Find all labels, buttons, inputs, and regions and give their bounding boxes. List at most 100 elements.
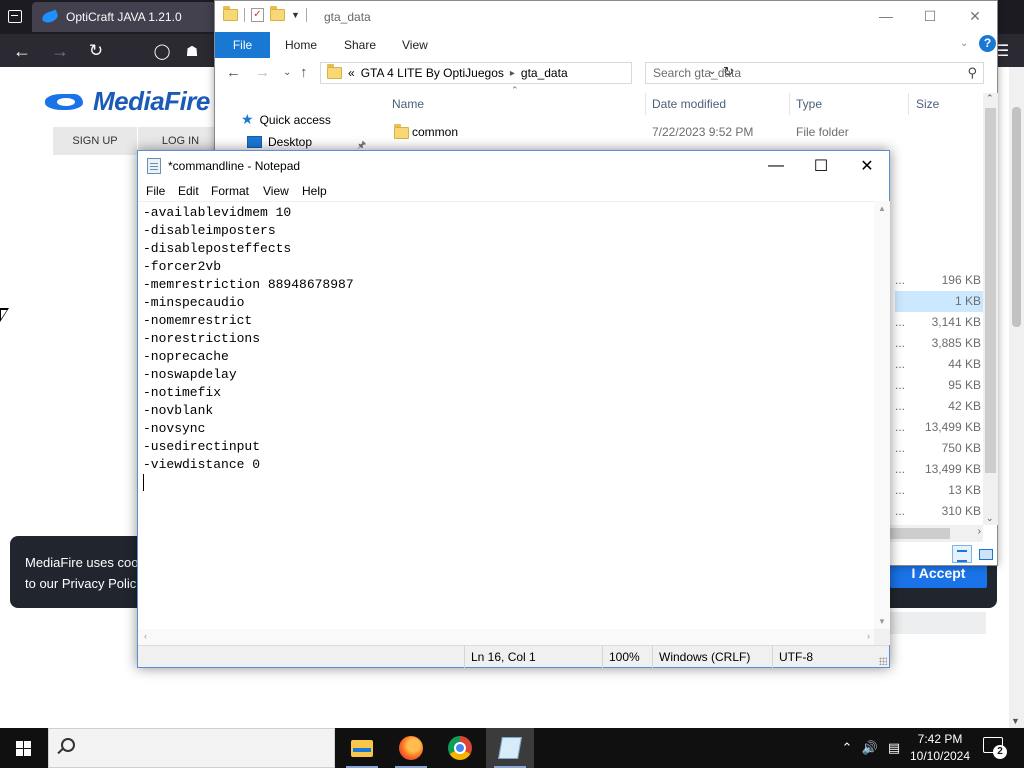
file-size-cell[interactable]: ... 13,499 KB (895, 417, 983, 438)
truncated-text: ... (895, 357, 906, 371)
menu-help[interactable]: Help (302, 184, 327, 198)
nav-desktop[interactable]: Desktop (247, 135, 312, 149)
scroll-down-icon[interactable]: ⌄ (986, 513, 994, 524)
large-icons-view-icon[interactable] (976, 545, 994, 563)
back-arrow-icon[interactable]: ← (10, 39, 34, 63)
maximize-icon[interactable]: ☐ (915, 6, 945, 26)
column-header-name[interactable]: Name (392, 97, 424, 111)
scroll-right-icon[interactable]: › (978, 526, 981, 537)
column-divider[interactable] (789, 93, 790, 115)
back-arrow-icon[interactable]: ← (226, 64, 241, 81)
resize-grip-icon[interactable] (879, 657, 887, 665)
column-divider[interactable] (908, 93, 909, 115)
file-size: 44 KB (948, 357, 981, 371)
taskbar-notepad[interactable] (486, 728, 534, 768)
details-view-icon[interactable] (952, 545, 972, 563)
scroll-up-icon[interactable]: ▲ (878, 204, 886, 213)
status-encoding: UTF-8 (772, 646, 872, 668)
file-size-cell[interactable]: ... 13 KB (895, 480, 983, 501)
file-size-cell[interactable]: ... 310 KB (895, 501, 983, 522)
ribbon-tab-view[interactable]: View (402, 38, 428, 52)
forward-arrow-icon[interactable]: → (48, 39, 72, 63)
notepad-text-area[interactable]: -availablevidmem 10 -disableimposters -d… (138, 201, 874, 629)
windows-start-icon[interactable] (0, 728, 48, 768)
taskbar-search-box[interactable] (48, 728, 335, 768)
menu-edit[interactable]: Edit (178, 184, 199, 198)
file-size-cell[interactable]: ... 3,885 KB (895, 333, 983, 354)
file-size: 750 KB (941, 441, 981, 455)
notepad-vertical-scrollbar[interactable]: ▲ ▼ (874, 201, 890, 629)
nav-quick-access[interactable]: ★ Quick access (241, 111, 331, 128)
menu-view[interactable]: View (263, 184, 289, 198)
file-size-cell[interactable]: ... 42 KB (895, 396, 983, 417)
tab-list-icon[interactable] (4, 6, 26, 28)
column-divider[interactable] (645, 93, 646, 115)
help-icon[interactable]: ? (979, 35, 996, 52)
breadcrumb-overflow[interactable]: « (348, 66, 355, 80)
new-folder-icon[interactable] (270, 6, 285, 21)
lock-icon[interactable]: ☗ (180, 39, 204, 63)
up-arrow-icon[interactable]: ↑ (300, 64, 308, 81)
sign-up-button[interactable]: SIGN UP (53, 127, 137, 155)
scroll-up-icon[interactable]: ⌃ (986, 93, 994, 104)
ribbon-tab-share[interactable]: Share (344, 38, 376, 52)
search-icon[interactable]: ⚲ (967, 65, 977, 81)
customize-toolbar-icon[interactable]: ▼ (291, 10, 300, 20)
truncated-text: ... (895, 420, 906, 434)
breadcrumb-current[interactable]: gta_data (521, 66, 568, 80)
file-size-cell-selected[interactable]: 1 KB (895, 291, 983, 312)
scroll-down-icon[interactable]: ▼ (878, 617, 886, 626)
breadcrumb-separator-icon[interactable]: ▸ (510, 68, 515, 79)
chevron-down-icon[interactable]: ⌄ (960, 38, 968, 49)
file-size-cell[interactable]: ... 44 KB (895, 354, 983, 375)
scroll-down-icon[interactable]: ▼ (1011, 716, 1020, 726)
close-icon[interactable]: ✕ (845, 154, 889, 178)
minimize-icon[interactable]: — (754, 154, 798, 178)
file-size-cell[interactable]: ... 750 KB (895, 438, 983, 459)
notepad-horizontal-scrollbar[interactable]: ‹ › (138, 629, 874, 645)
search-input[interactable]: Search gta_data ⚲ (645, 62, 984, 84)
file-size-cell[interactable]: ... 95 KB (895, 375, 983, 396)
explorer-horizontal-scrollbar[interactable]: › (890, 525, 983, 542)
minimize-icon[interactable]: — (871, 6, 901, 26)
browser-tab[interactable]: OptiCraft JAVA 1.21.0 (32, 2, 217, 32)
column-header-date-modified[interactable]: Date modified (652, 97, 726, 111)
text-line: -noswapdelay (143, 367, 237, 382)
explorer-vertical-scrollbar[interactable]: ⌃ ⌄ (983, 93, 998, 525)
close-icon[interactable]: ✕ (960, 6, 990, 26)
column-header-size[interactable]: Size (916, 97, 939, 111)
reload-icon[interactable]: ↻ (84, 39, 108, 63)
browser-scrollbar[interactable]: ▼ (1009, 67, 1024, 728)
menu-file[interactable]: File (146, 184, 165, 198)
chevron-up-icon[interactable]: ⌃ (837, 728, 857, 768)
volume-icon[interactable]: 🔊 (860, 728, 880, 768)
file-size-cell[interactable]: ... 196 KB (895, 270, 983, 291)
scroll-left-icon[interactable]: ‹ (144, 631, 147, 641)
explorer-scrollbar-thumb[interactable] (985, 108, 996, 473)
recent-locations-icon[interactable]: ⌄ (283, 67, 291, 78)
ribbon-tab-home[interactable]: Home (285, 38, 317, 52)
browser-scrollbar-thumb[interactable] (1012, 107, 1021, 327)
taskbar-chrome[interactable] (436, 728, 484, 768)
taskbar-firefox[interactable] (387, 728, 435, 768)
shield-icon[interactable]: ◯ (150, 39, 174, 63)
maximize-icon[interactable]: ☐ (799, 154, 843, 178)
text-line: -notimefix (143, 385, 222, 400)
menu-format[interactable]: Format (211, 184, 249, 198)
column-header-type[interactable]: Type (796, 97, 822, 111)
ribbon-tab-file[interactable]: File (215, 32, 270, 58)
mediafire-logo[interactable]: MediaFire (45, 86, 210, 117)
properties-icon[interactable]: ✓ (251, 8, 264, 22)
file-size-cell[interactable]: ... 13,499 KB (895, 459, 983, 480)
network-icon[interactable]: ▤ (884, 728, 904, 768)
forward-arrow-icon[interactable]: → (255, 64, 270, 81)
explorer-hscroll-thumb[interactable] (890, 528, 950, 539)
taskbar-file-explorer[interactable] (338, 728, 386, 768)
address-input[interactable]: « GTA 4 LITE By OptiJuegos ▸ gta_data ⌄ … (320, 62, 734, 84)
scroll-right-icon[interactable]: › (867, 631, 870, 641)
file-size-cell[interactable]: ... 3,141 KB (895, 312, 983, 333)
taskbar-clock[interactable]: 7:42 PM 10/10/2024 (905, 731, 975, 765)
breadcrumb-parent[interactable]: GTA 4 LITE By OptiJuegos (361, 66, 504, 80)
file-row[interactable]: common 7/22/2023 9:52 PM File folder (390, 122, 986, 143)
notepad-icon[interactable] (147, 158, 161, 174)
